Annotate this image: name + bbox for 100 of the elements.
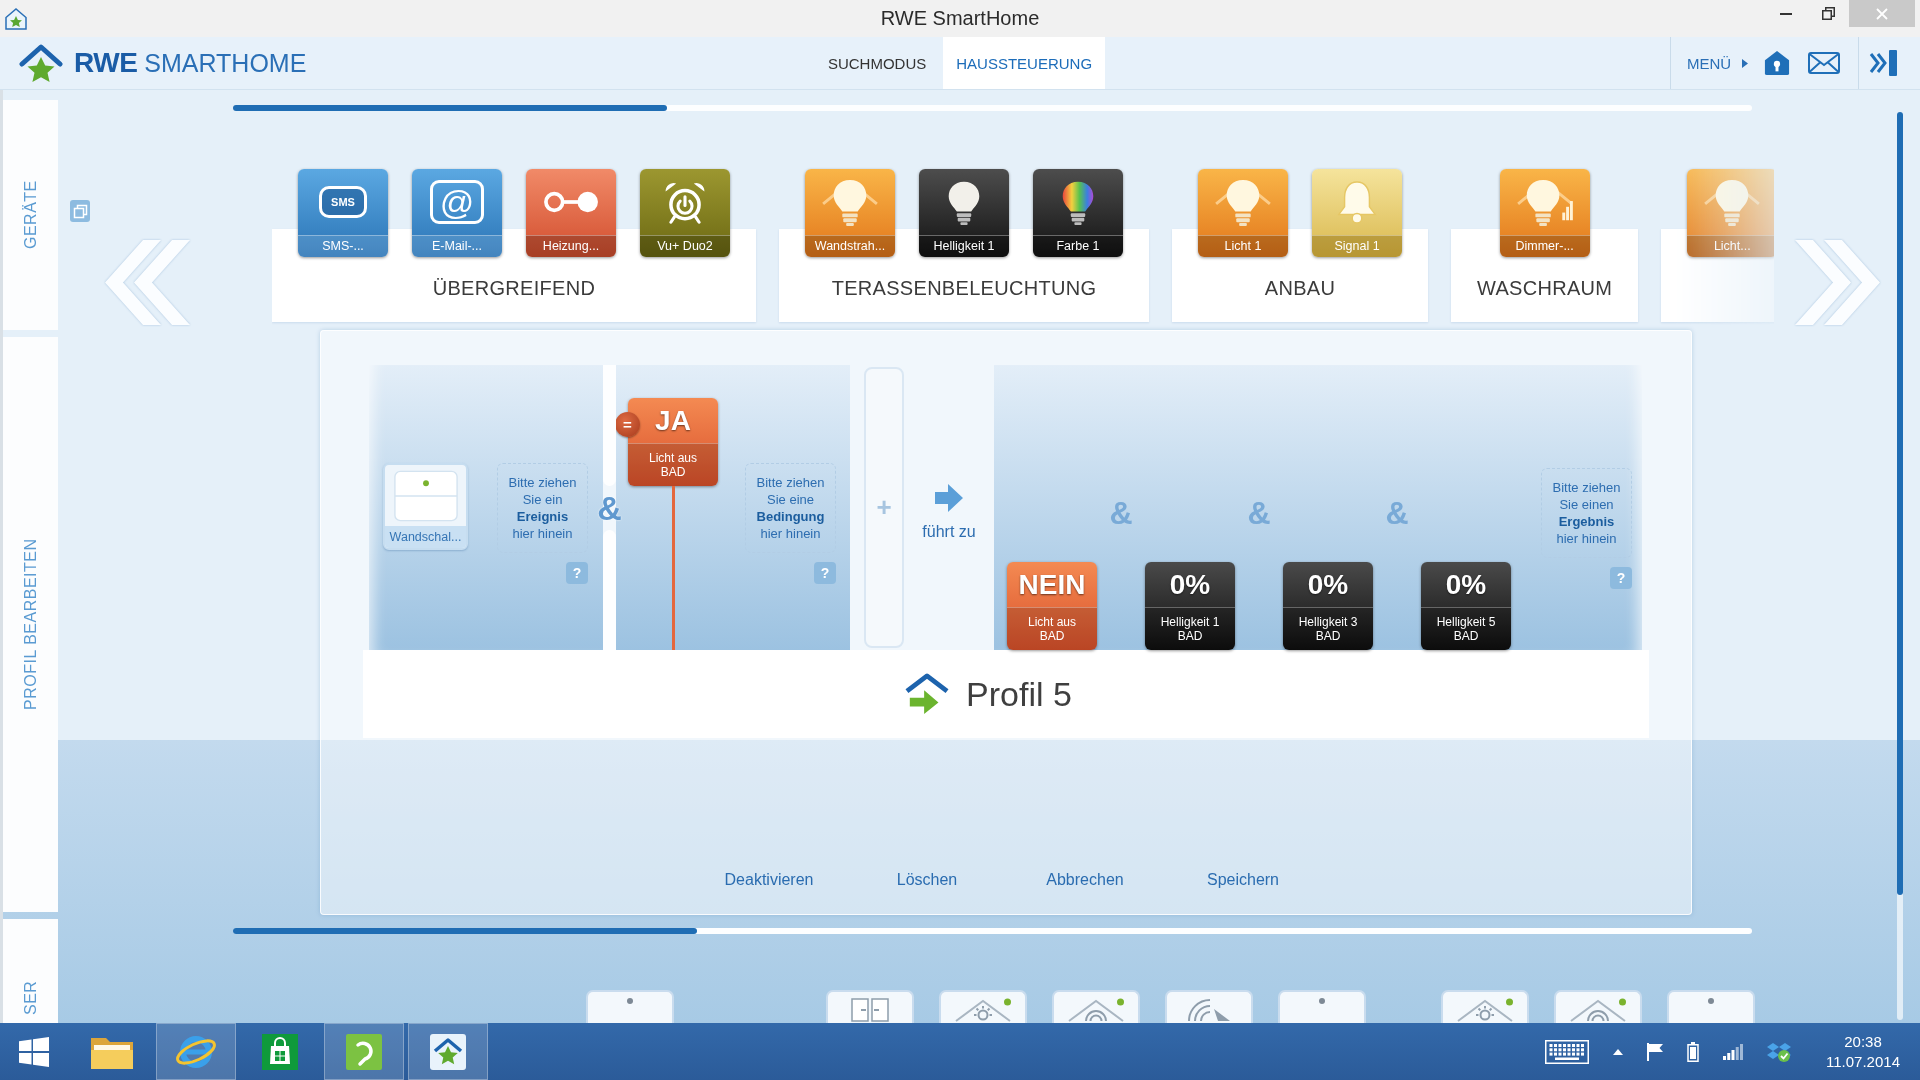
mail-icon[interactable] [1808, 52, 1841, 74]
taskbar-button[interactable] [408, 1023, 488, 1080]
group-name: WASCHRAUM [1477, 276, 1613, 300]
waves-icon [1187, 998, 1231, 1022]
dimmer-bulb-icon [1515, 178, 1574, 226]
device-label: Licht 1 [1198, 235, 1288, 257]
nav-tab[interactable]: HAUSSTEUERUNG [943, 37, 1106, 89]
window-panes-icon [19, 1036, 49, 1067]
value-label: 0% [1306, 568, 1350, 602]
light-bulb-icon [1214, 178, 1272, 226]
device-label: Signal 1 [1312, 235, 1402, 257]
taskbar-button[interactable] [156, 1023, 236, 1080]
scrollbar-track[interactable] [233, 928, 1752, 934]
box-check-icon[interactable] [1767, 1040, 1791, 1063]
device-tile[interactable]: Licht 1 [1198, 169, 1288, 257]
wall-switch-icon [393, 470, 458, 522]
device-tile[interactable]: Signal 1 [1312, 169, 1402, 257]
scrollbar-track[interactable] [233, 105, 1752, 111]
value-label: 0% [1168, 568, 1212, 602]
signal-bars-icon[interactable] [1723, 1043, 1743, 1060]
device-label: Helligkeit 1 [1160, 615, 1220, 629]
device-tile[interactable]: Helligkeit 1 [919, 169, 1009, 257]
device-label: Licht... [1687, 235, 1774, 257]
scrollbar-thumb[interactable] [233, 105, 667, 111]
group-name: ANBAU [1264, 276, 1336, 300]
scrollbar-thumb[interactable] [233, 928, 697, 934]
sidebar-tab[interactable]: GERÄTE [3, 100, 58, 330]
device-tile[interactable]: Wandstrah... [805, 169, 895, 257]
device-tile[interactable]: Licht... [1687, 169, 1774, 257]
caret-up-icon[interactable] [1613, 1048, 1623, 1055]
taskbar-button[interactable] [324, 1023, 404, 1080]
dot-icon [1708, 998, 1714, 1004]
sidebar-tab[interactable]: SER [3, 919, 58, 1023]
device-label: Licht aus [649, 451, 697, 465]
device-label: Helligkeit 1 [919, 235, 1009, 257]
device-label: SMS-... [298, 235, 388, 257]
device-tile[interactable]: Heizung... [526, 169, 616, 257]
connected-circles-icon [543, 189, 599, 215]
brightness-tile[interactable]: 0% Helligkeit 5 BAD [1421, 562, 1511, 650]
profile-name: Profil 5 [966, 674, 1072, 714]
house-star-icon [19, 43, 63, 83]
light-bulb-icon [821, 178, 879, 226]
brightness-tile[interactable]: 0% Helligkeit 1 BAD [1145, 562, 1235, 650]
device-tile[interactable]: Vu+ Duo2 [640, 169, 730, 257]
action-button[interactable]: Abbrechen [1042, 868, 1128, 892]
action-button[interactable]: Löschen [892, 868, 962, 892]
group-name: TERASSENBELEUCHTUNG [831, 276, 1097, 300]
keyboard-icon[interactable] [1545, 1039, 1589, 1064]
house-waves-icon [1569, 998, 1627, 1022]
device-tile[interactable] [1278, 990, 1366, 1023]
curl-icon [346, 1033, 382, 1070]
flag-icon[interactable] [1647, 1042, 1663, 1061]
window-title: RWE SmartHome [880, 7, 1040, 30]
state-tile[interactable]: NEIN Licht aus BAD [1007, 562, 1097, 650]
logo-text: RWE SMARTHOME [74, 47, 307, 79]
house-icon[interactable] [1764, 50, 1791, 76]
device-tile[interactable] [1052, 990, 1140, 1023]
light-bulb-icon [1703, 178, 1762, 226]
at-sign-frame: @ [430, 180, 484, 224]
clock-date: 11.07.2014 [1826, 1051, 1900, 1072]
house-waves-icon [1067, 998, 1125, 1022]
device-tile[interactable]: @ E-Mail-... [412, 169, 502, 257]
drop-zone: Bitte ziehen Sie ein Ereignis hier hinein [497, 463, 588, 553]
device-tile[interactable] [1165, 990, 1253, 1023]
device-tile[interactable] [1554, 990, 1642, 1023]
alarm-clock-icon [663, 180, 707, 224]
device-tile[interactable] [1441, 990, 1529, 1023]
room-label: BAD [1039, 629, 1065, 643]
device-tile[interactable]: Dimmer-... [1499, 169, 1590, 257]
sidebar-tab[interactable]: PROFIL BEARBEITEN [3, 337, 58, 912]
arrow-right-icon [934, 483, 964, 513]
device-tile[interactable]: Farbe 1 [1033, 169, 1123, 257]
device-label: Wandschal... [385, 526, 466, 548]
device-tile[interactable] [826, 990, 914, 1023]
device-tile[interactable]: SMS SMS-... [298, 169, 388, 257]
drop-zone: Bitte ziehen Sie eine Bedingung hier hinein [745, 463, 836, 553]
house-arrow-icon [904, 673, 951, 715]
caret-right-icon [1742, 58, 1749, 68]
action-button[interactable]: Deaktivieren [720, 868, 818, 892]
speech-bubble: SMS [319, 186, 367, 218]
and-label: & [1384, 494, 1410, 533]
room-label: BAD [1453, 629, 1479, 643]
menu-button[interactable]: MENÜ [1687, 54, 1749, 72]
device-tile[interactable] [586, 990, 674, 1023]
window-icon [851, 998, 889, 1022]
clock-time: 20:38 [1844, 1031, 1882, 1052]
action-button[interactable]: Speichern [1202, 868, 1283, 892]
device-tile[interactable] [1667, 990, 1755, 1023]
battery-icon[interactable] [1687, 1041, 1699, 1062]
color-bulb-icon [1060, 179, 1096, 225]
brightness-tile[interactable]: 0% Helligkeit 3 BAD [1283, 562, 1373, 650]
shopping-bag-icon [262, 1033, 298, 1070]
device-label: Dimmer-... [1499, 235, 1590, 257]
nav-tab[interactable]: SUCHMODUS [814, 37, 940, 89]
dot-icon [1319, 998, 1325, 1004]
device-tile[interactable] [939, 990, 1027, 1023]
minimize-icon [1780, 12, 1792, 15]
house-sun-icon [1456, 998, 1514, 1022]
device-tile[interactable]: Wandschal... [383, 463, 468, 550]
exit-icon[interactable] [1869, 50, 1898, 76]
